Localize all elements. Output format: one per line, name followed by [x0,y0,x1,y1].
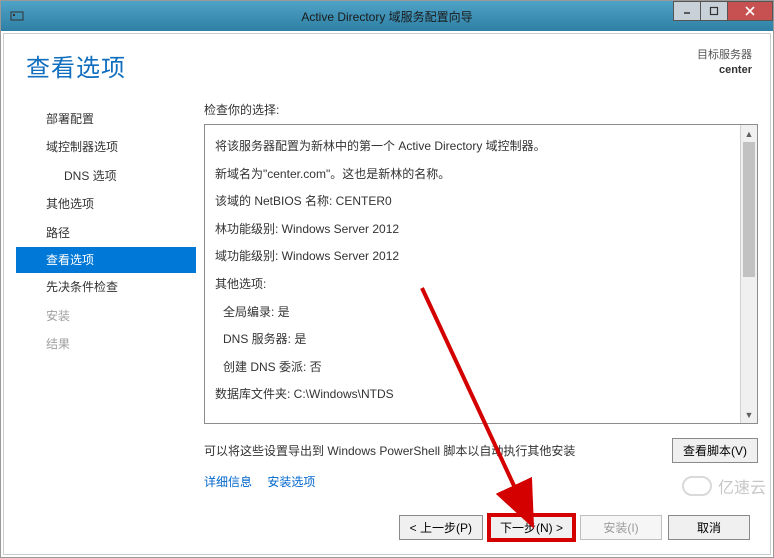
scroll-thumb[interactable] [743,142,755,277]
review-line: 新域名为"center.com"。这也是新林的名称。 [215,161,747,189]
page-title: 查看选项 [26,48,126,83]
scroll-track[interactable] [741,142,757,406]
install-button: 安装(I) [580,515,662,540]
view-script-button[interactable]: 查看脚本(V) [672,438,758,463]
watermark: 亿速云 [682,474,766,498]
review-line: 林功能级别: Windows Server 2012 [215,216,747,244]
target-server-value: center [697,63,752,78]
sidebar-item-additional[interactable]: 其他选项 [16,190,196,218]
target-server-info: 目标服务器 center [697,48,752,79]
review-line: 创建 DNS 委派: 否 [215,354,747,382]
window-title: Active Directory 域服务配置向导 [301,8,472,25]
minimize-button[interactable] [673,1,701,21]
sidebar-item-dc-options[interactable]: 域控制器选项 [16,133,196,161]
review-line: 全局编录: 是 [215,299,747,327]
watermark-text: 亿速云 [718,474,766,498]
sidebar-item-results: 结果 [16,330,196,358]
scroll-down-button[interactable]: ▼ [741,406,757,423]
install-options-link[interactable]: 安装选项 [267,475,315,489]
next-button[interactable]: 下一步(N) > [489,515,574,540]
sidebar-item-prereq[interactable]: 先决条件检查 [16,273,196,301]
more-info-link[interactable]: 详细信息 [204,475,252,489]
review-line: 该域的 NetBIOS 名称: CENTER0 [215,188,747,216]
app-icon [7,6,27,26]
prev-button[interactable]: < 上一步(P) [399,515,483,540]
wizard-sidebar: 部署配置 域控制器选项 DNS 选项 其他选项 路径 查看选项 先决条件检查 安… [16,101,196,499]
review-line: 将该服务器配置为新林中的第一个 Active Directory 域控制器。 [215,133,747,161]
review-scroll-area: 将该服务器配置为新林中的第一个 Active Directory 域控制器。 新… [204,124,758,424]
close-button[interactable] [727,1,773,21]
review-line: 数据库文件夹: C:\Windows\NTDS [215,381,747,409]
scroll-up-button[interactable]: ▲ [741,125,757,142]
cloud-icon [682,476,712,496]
export-hint: 可以将这些设置导出到 Windows PowerShell 脚本以自动执行其他安… [204,442,575,459]
sidebar-item-paths[interactable]: 路径 [16,219,196,247]
titlebar: Active Directory 域服务配置向导 [1,1,773,31]
sidebar-item-install: 安装 [16,302,196,330]
scrollbar[interactable]: ▲ ▼ [740,125,757,423]
review-prompt: 检查你的选择: [204,101,758,118]
maximize-button[interactable] [700,1,728,21]
sidebar-item-deployment[interactable]: 部署配置 [16,105,196,133]
review-line: 其他选项: [215,271,747,299]
target-server-label: 目标服务器 [697,48,752,63]
sidebar-item-dns-options[interactable]: DNS 选项 [16,162,196,190]
review-line: DNS 服务器: 是 [215,326,747,354]
cancel-button[interactable]: 取消 [668,515,750,540]
review-line: 域功能级别: Windows Server 2012 [215,243,747,271]
sidebar-item-review[interactable]: 查看选项 [16,247,196,273]
wizard-footer: < 上一步(P) 下一步(N) > 安装(I) 取消 [16,509,758,544]
